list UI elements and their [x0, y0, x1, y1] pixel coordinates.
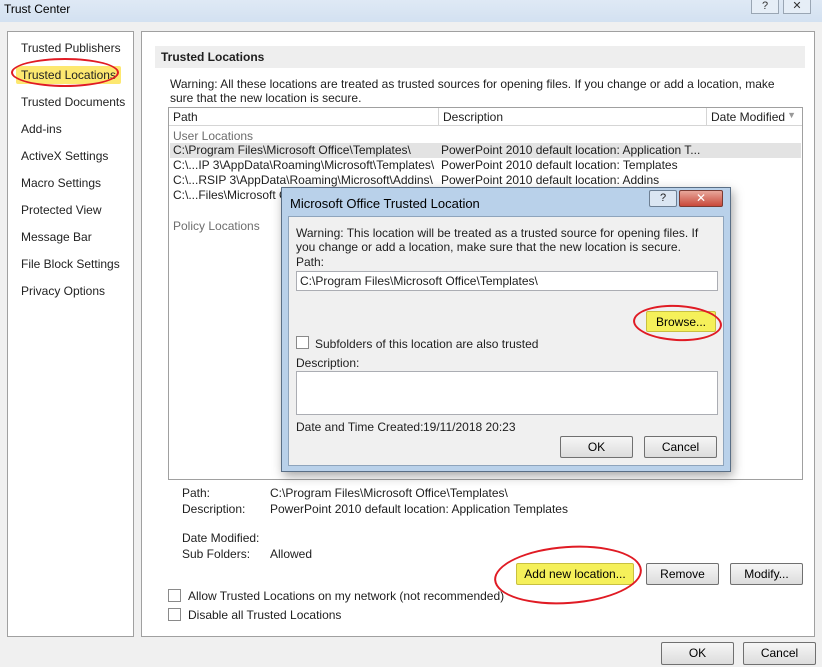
sidebar-item-macro-settings[interactable]: Macro Settings — [21, 176, 101, 190]
sidebar-item-protected-view[interactable]: Protected View — [21, 203, 102, 217]
group-user-locations: User Locations — [173, 129, 254, 143]
dialog-help-button[interactable]: ? — [649, 190, 677, 207]
dialog-path-label: Path: — [296, 255, 325, 269]
section-title: Trusted Locations — [155, 46, 805, 68]
detail-date-modified-label: Date Modified: — [182, 531, 260, 545]
row-path: C:\Program Files\Microsoft Office\Templa… — [173, 143, 411, 157]
title-bar: Trust Center ? ✕ — [0, 0, 822, 22]
dialog-ok-button[interactable]: OK — [560, 436, 633, 458]
ok-button[interactable]: OK — [661, 642, 734, 665]
sidebar-item-message-bar[interactable]: Message Bar — [21, 230, 92, 244]
table-row[interactable]: C:\Program Files\Microsoft Office\Templa… — [170, 143, 801, 158]
table-row[interactable]: C:\...RSIP 3\AppData\Roaming\Microsoft\A… — [170, 173, 801, 188]
row-path: C:\...RSIP 3\AppData\Roaming\Microsoft\A… — [173, 173, 433, 187]
detail-subfolders-value: Allowed — [270, 547, 313, 561]
dialog-warning: Warning: This location will be treated a… — [296, 226, 699, 254]
sidebar-item-trusted-documents[interactable]: Trusted Documents — [21, 95, 125, 109]
help-button[interactable]: ? — [751, 0, 779, 14]
detail-description-value: PowerPoint 2010 default location: Applic… — [270, 502, 568, 516]
dialog-cancel-button[interactable]: Cancel — [644, 436, 717, 458]
row-description: PowerPoint 2010 default location: Addins — [441, 173, 660, 187]
sidebar-item-trusted-publishers[interactable]: Trusted Publishers — [21, 41, 121, 55]
column-header-date-modified-label: Date Modified — [711, 110, 786, 124]
window-title: Trust Center — [4, 2, 71, 16]
row-description: PowerPoint 2010 default location: Templa… — [441, 158, 678, 172]
sidebar-item-activex-settings[interactable]: ActiveX Settings — [21, 149, 108, 163]
cancel-button[interactable]: Cancel — [743, 642, 816, 665]
row-description: PowerPoint 2010 default location: Applic… — [441, 143, 701, 157]
annotation-circle-trusted-locations — [11, 58, 119, 87]
column-header-date-modified[interactable]: Date Modified ▼ — [707, 108, 802, 126]
sort-arrow-icon: ▼ — [787, 110, 796, 120]
dialog-description-label: Description: — [296, 356, 360, 370]
date-created-label: Date and Time Created: — [296, 420, 424, 434]
detail-subfolders-label: Sub Folders: — [182, 547, 251, 561]
dialog-path-input[interactable]: C:\Program Files\Microsoft Office\Templa… — [296, 271, 718, 291]
subfolders-trusted-label[interactable]: Subfolders of this location are also tru… — [315, 337, 538, 351]
dialog-body: Warning: This location will be treated a… — [288, 216, 724, 466]
modify-button[interactable]: Modify... — [730, 563, 803, 585]
disable-all-checkbox[interactable] — [168, 608, 181, 621]
close-window-button[interactable]: ✕ — [783, 0, 811, 14]
allow-network-label[interactable]: Allow Trusted Locations on my network (n… — [188, 589, 504, 603]
column-header-path[interactable]: Path — [169, 108, 439, 126]
detail-path-label: Path: — [182, 486, 211, 500]
sidebar: Trusted Publishers Trusted Locations Tru… — [7, 31, 134, 637]
detail-description-label: Description: — [182, 502, 246, 516]
table-row[interactable]: C:\...IP 3\AppData\Roaming\Microsoft\Tem… — [170, 158, 801, 173]
dialog-description-input[interactable] — [296, 371, 718, 415]
disable-all-label[interactable]: Disable all Trusted Locations — [188, 608, 341, 622]
row-path: C:\...IP 3\AppData\Roaming\Microsoft\Tem… — [173, 158, 435, 172]
dialog-close-button[interactable]: ✕ — [679, 190, 723, 207]
allow-network-checkbox[interactable] — [168, 589, 181, 602]
column-header-description[interactable]: Description — [439, 108, 707, 126]
remove-button[interactable]: Remove — [646, 563, 719, 585]
trusted-locations-warning: Warning: All these locations are treated… — [170, 77, 775, 105]
sidebar-item-add-ins[interactable]: Add-ins — [21, 122, 62, 136]
detail-path-value: C:\Program Files\Microsoft Office\Templa… — [270, 486, 508, 500]
group-policy-locations: Policy Locations — [173, 219, 260, 233]
sidebar-item-privacy-options[interactable]: Privacy Options — [21, 284, 105, 298]
subfolders-trusted-checkbox[interactable] — [296, 336, 309, 349]
sidebar-item-file-block-settings[interactable]: File Block Settings — [21, 257, 120, 271]
date-created-value: 19/11/2018 20:23 — [423, 420, 516, 434]
dialog-title: Microsoft Office Trusted Location — [290, 196, 480, 211]
